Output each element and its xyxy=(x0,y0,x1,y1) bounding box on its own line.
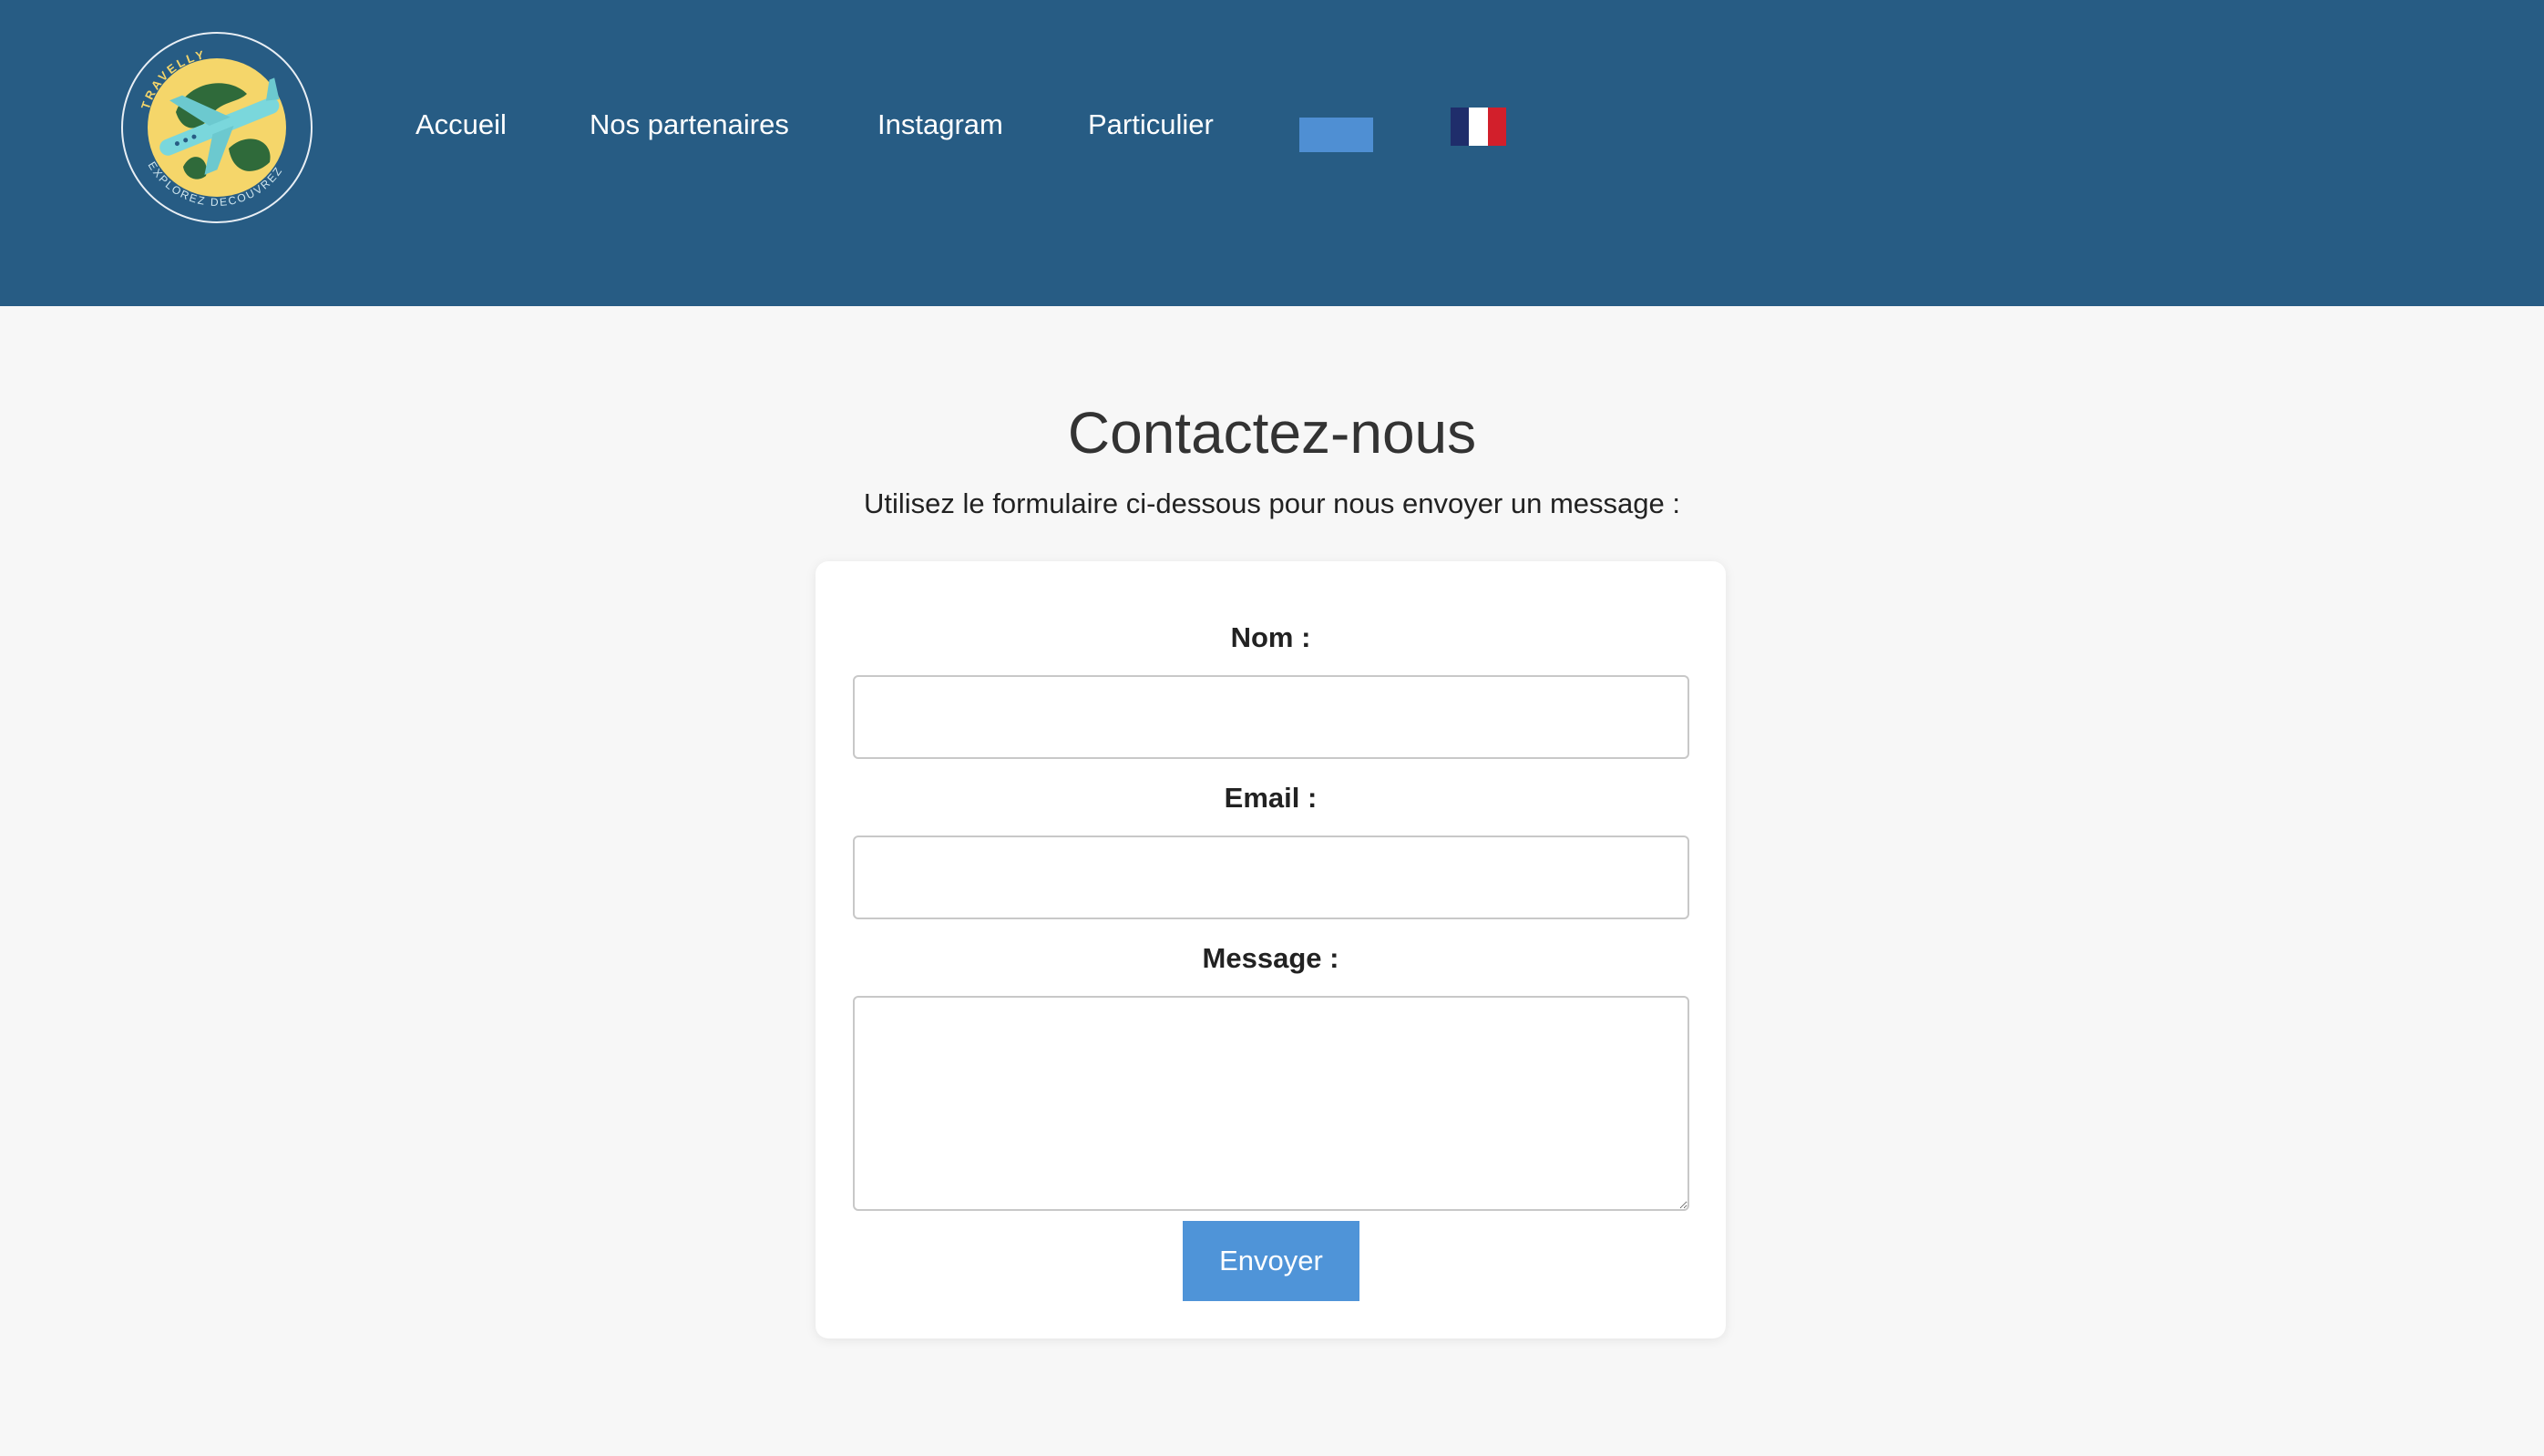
message-label: Message : xyxy=(1202,942,1339,974)
flag-stripe-white xyxy=(1469,108,1488,146)
email-label: Email : xyxy=(1224,782,1318,814)
email-input[interactable] xyxy=(853,836,1689,919)
message-textarea[interactable] xyxy=(853,996,1689,1211)
name-input[interactable] xyxy=(853,675,1689,759)
language-button-placeholder[interactable] xyxy=(1299,118,1373,152)
site-header: TRAVELLY EXPLOREZ DECOUVREZ Accueil Nos … xyxy=(0,0,2544,306)
contact-form: Nom : Email : Message : Envoyer xyxy=(816,561,1726,1338)
travelly-logo-icon: TRAVELLY EXPLOREZ DECOUVREZ xyxy=(121,32,313,223)
french-flag-icon[interactable] xyxy=(1451,108,1506,146)
flag-stripe-blue xyxy=(1451,108,1470,146)
send-button[interactable]: Envoyer xyxy=(1183,1221,1359,1301)
page-title: Contactez-nous xyxy=(1067,400,1477,466)
name-label: Nom : xyxy=(1230,621,1311,653)
nav-instagram[interactable]: Instagram xyxy=(877,102,1003,148)
page-subtitle: Utilisez le formulaire ci-dessous pour n… xyxy=(864,487,1680,519)
nav-nos-partenaires[interactable]: Nos partenaires xyxy=(590,102,789,148)
travelly-logo[interactable]: TRAVELLY EXPLOREZ DECOUVREZ xyxy=(119,30,314,225)
flag-stripe-red xyxy=(1487,108,1506,146)
nav-accueil[interactable]: Accueil xyxy=(415,102,507,148)
nav-particulier[interactable]: Particulier xyxy=(1088,102,1214,148)
